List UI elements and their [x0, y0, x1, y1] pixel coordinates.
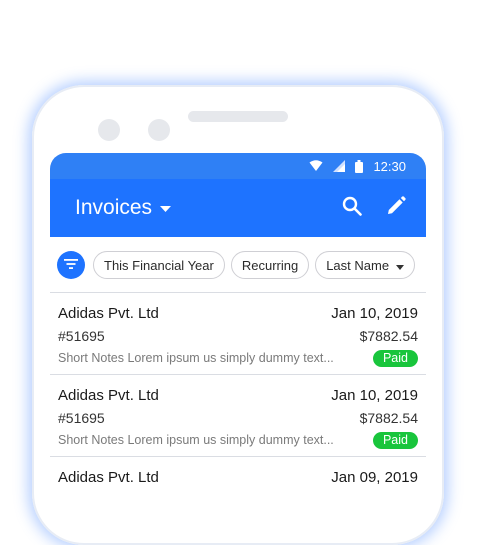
- invoice-number: #51695: [58, 327, 105, 344]
- invoice-list: Adidas Pvt. Ltd Jan 10, 2019 #51695 $788…: [50, 292, 426, 493]
- chip-label: This Financial Year: [104, 257, 214, 273]
- invoice-date: Jan 10, 2019: [331, 304, 418, 322]
- filter-button[interactable]: [57, 251, 85, 279]
- edit-button[interactable]: [384, 195, 408, 221]
- invoice-notes: Short Notes Lorem ipsum us simply dummy …: [58, 433, 334, 447]
- invoice-company: Adidas Pvt. Ltd: [58, 468, 159, 486]
- chip-label: Recurring: [241, 257, 299, 273]
- chip-this-financial-year[interactable]: This Financial Year: [93, 251, 225, 279]
- invoice-item[interactable]: Adidas Pvt. Ltd Jan 09, 2019: [50, 457, 426, 493]
- chip-recurring[interactable]: Recurring: [230, 251, 310, 279]
- proximity-sensor: [148, 119, 170, 141]
- invoice-item[interactable]: Adidas Pvt. Ltd Jan 10, 2019 #51695 $788…: [50, 293, 426, 375]
- chip-label: Last Name: [326, 257, 390, 273]
- status-badge: Paid: [372, 431, 418, 449]
- invoice-item[interactable]: Adidas Pvt. Ltd Jan 10, 2019 #51695 $788…: [50, 375, 426, 457]
- page-title: Invoices: [75, 196, 153, 219]
- caret-down-icon: [396, 258, 405, 273]
- search-button[interactable]: [340, 196, 364, 220]
- invoice-notes: Short Notes Lorem ipsum us simply dummy …: [58, 351, 334, 365]
- invoice-amount: $7882.54: [359, 409, 418, 426]
- invoice-date: Jan 09, 2019: [331, 468, 418, 486]
- chip-sort-last-name[interactable]: Last Name: [315, 251, 416, 279]
- invoice-date: Jan 10, 2019: [331, 386, 418, 404]
- earpiece-speaker: [188, 111, 288, 122]
- status-bar: 12:30: [50, 153, 426, 179]
- wifi-icon: [309, 160, 323, 172]
- app-bar: Invoices: [50, 179, 426, 237]
- invoice-amount: $7882.54: [359, 327, 418, 344]
- battery-icon: [355, 159, 364, 173]
- front-camera: [98, 119, 120, 141]
- caret-down-icon: [160, 199, 172, 217]
- title-dropdown[interactable]: Invoices: [75, 196, 340, 220]
- invoice-company: Adidas Pvt. Ltd: [58, 386, 159, 404]
- filter-icon: [64, 256, 78, 274]
- search-icon: [342, 196, 362, 221]
- signal-icon: [333, 160, 346, 172]
- clock: 12:30: [373, 158, 406, 174]
- invoice-number: #51695: [58, 409, 105, 426]
- status-badge: Paid: [372, 349, 418, 367]
- filter-bar: This Financial Year Recurring Last Name: [50, 237, 426, 280]
- edit-icon: [386, 195, 406, 221]
- invoice-company: Adidas Pvt. Ltd: [58, 304, 159, 322]
- app-screen: 12:30 Invoices This Financial Year Recur…: [50, 153, 426, 493]
